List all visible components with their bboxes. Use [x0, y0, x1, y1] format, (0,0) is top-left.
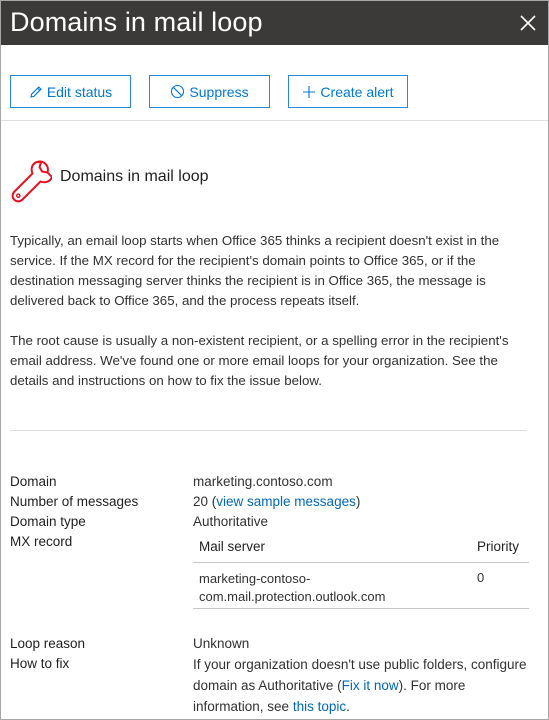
- domain-type-value: Authoritative: [193, 514, 269, 529]
- how-to-fix-text: If your organization doesn't use public …: [193, 654, 529, 717]
- create-alert-label: Create alert: [320, 83, 394, 100]
- this-topic-link[interactable]: this topic: [293, 699, 346, 714]
- plus-icon: [302, 85, 316, 99]
- mail-server-cell: marketing-contoso-com.mail.protection.ou…: [199, 571, 386, 604]
- table-row: marketing-contoso-com.mail.protection.ou…: [193, 563, 529, 609]
- section-title: Domains in mail loop: [60, 168, 209, 185]
- domain-value: marketing.contoso.com: [193, 474, 333, 489]
- close-icon: [520, 15, 536, 31]
- domain-type-label: Domain type: [10, 514, 86, 529]
- loop-reason-label: Loop reason: [10, 636, 86, 651]
- how-to-fix-label: How to fix: [10, 656, 70, 671]
- table-header: Mail server Priority: [193, 531, 529, 563]
- edit-status-label: Edit status: [46, 83, 113, 100]
- mx-record-label: MX record: [10, 534, 73, 549]
- create-alert-button[interactable]: Create alert: [288, 75, 408, 108]
- view-sample-messages-link[interactable]: view sample messages: [216, 494, 356, 509]
- wrench-icon: [11, 160, 52, 203]
- details-panel: Domains in mail loop Edit status Suppres…: [0, 0, 549, 720]
- messages-paren-close: ): [355, 494, 361, 509]
- section-divider: [10, 430, 527, 431]
- column-header-priority: Priority: [477, 539, 520, 554]
- pencil-icon: [29, 85, 43, 99]
- fix-text-part-3: .: [346, 699, 350, 714]
- panel-title: Domains in mail loop: [10, 7, 263, 37]
- description-paragraph-2: The root cause is usually a non-existent…: [10, 333, 509, 388]
- domain-label: Domain: [10, 474, 57, 489]
- action-toolbar: Edit status Suppress Create alert: [1, 45, 548, 121]
- column-header-mail-server: Mail server: [199, 539, 266, 554]
- messages-label: Number of messages: [10, 494, 139, 509]
- close-button[interactable]: [513, 8, 543, 38]
- messages-value: 20 (view sample messages): [193, 494, 360, 509]
- loop-reason-value: Unknown: [193, 636, 250, 651]
- panel-header: Domains in mail loop: [1, 1, 548, 45]
- description-paragraph-1: Typically, an email loop starts when Off…: [10, 233, 500, 308]
- messages-count: 20: [193, 494, 209, 509]
- priority-cell: 0: [477, 570, 485, 585]
- suppress-button[interactable]: Suppress: [149, 75, 270, 108]
- suppress-label: Suppress: [189, 83, 249, 100]
- fix-it-now-link[interactable]: Fix it now: [342, 678, 399, 693]
- block-icon: [170, 84, 185, 99]
- edit-status-button[interactable]: Edit status: [10, 75, 131, 108]
